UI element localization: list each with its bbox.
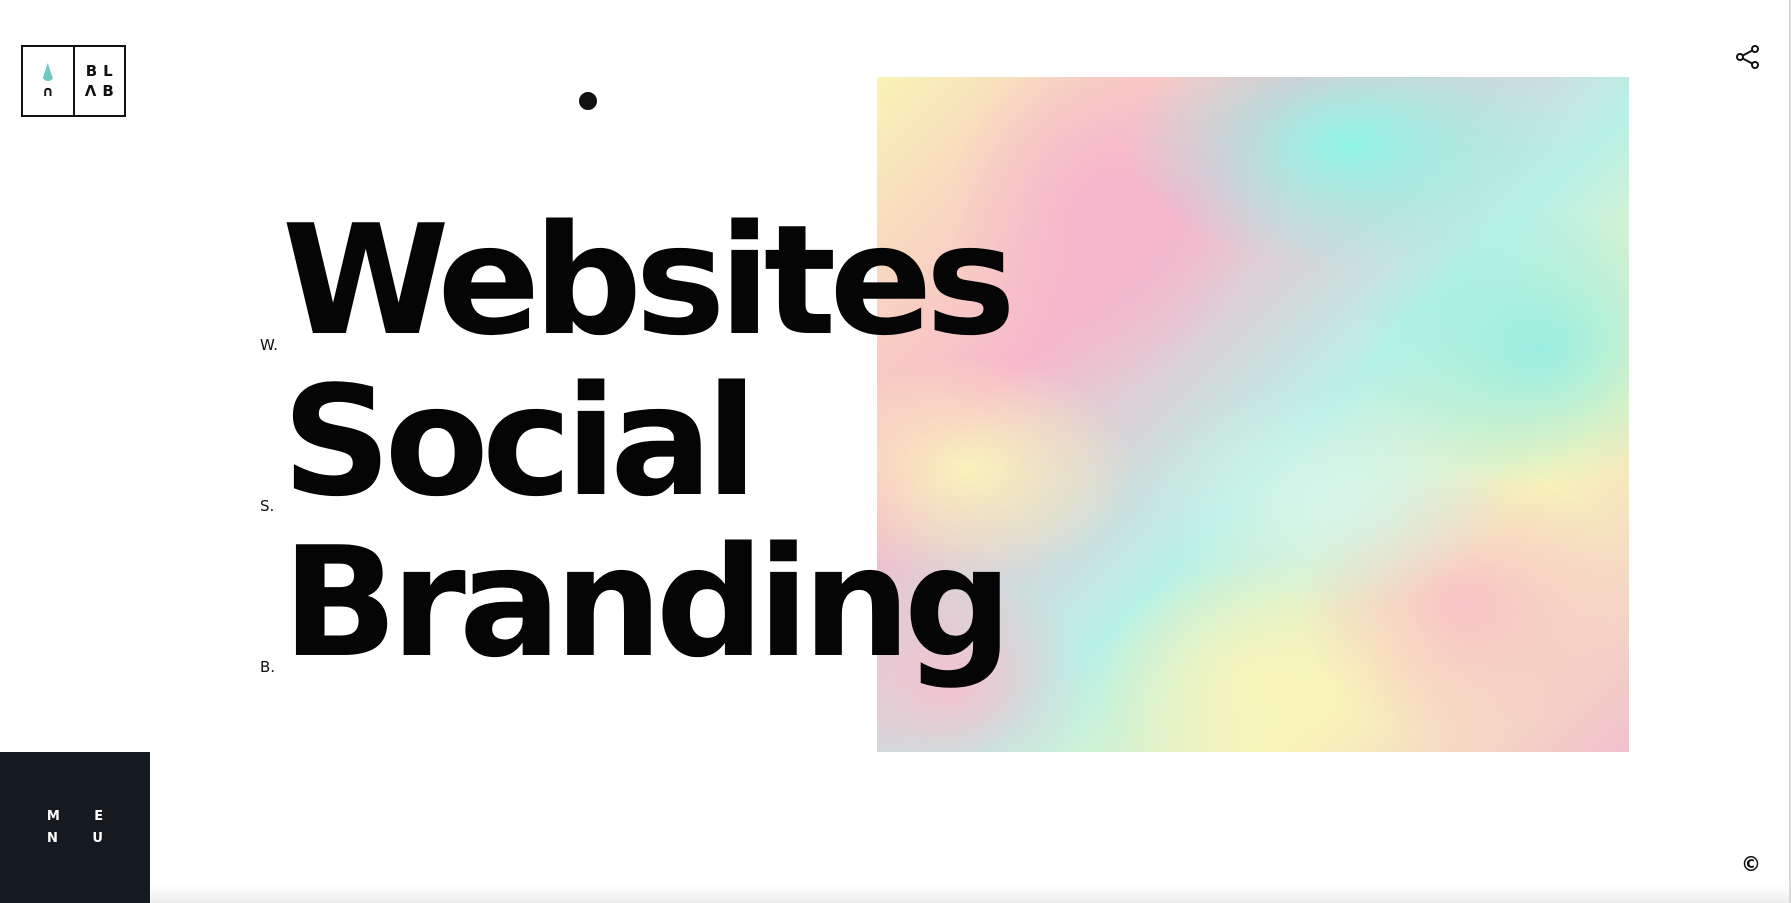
logo[interactable]: ∩ BL ΛB [21, 45, 126, 117]
copyright-icon[interactable]: © [1741, 852, 1761, 876]
menu-label-row-1: M E [46, 808, 119, 824]
headline-word: Branding [282, 514, 1013, 691]
menu-button[interactable]: M E N U [0, 752, 150, 903]
headline-marker: W. [260, 336, 278, 354]
logo-mark: ∩ [42, 84, 54, 100]
share-icon[interactable] [1735, 44, 1761, 70]
logo-text-bottom: ΛB [84, 82, 120, 100]
headline-word: Social [282, 353, 758, 530]
logo-left-cell: ∩ [23, 47, 75, 115]
logo-text-top: BL [85, 62, 119, 80]
logo-drop-icon [41, 63, 54, 81]
headline-marker: S. [260, 497, 275, 515]
headline-marker: B. [260, 658, 276, 676]
page: ∩ BL ΛB W. Websites S. Social B. Brandin… [0, 0, 1791, 903]
bottom-shadow [150, 885, 1789, 903]
menu-label-row-2: N U [47, 830, 118, 846]
headline-word: Websites [282, 192, 1016, 369]
logo-right-cell: BL ΛB [75, 47, 125, 115]
decorative-dot [579, 92, 597, 110]
